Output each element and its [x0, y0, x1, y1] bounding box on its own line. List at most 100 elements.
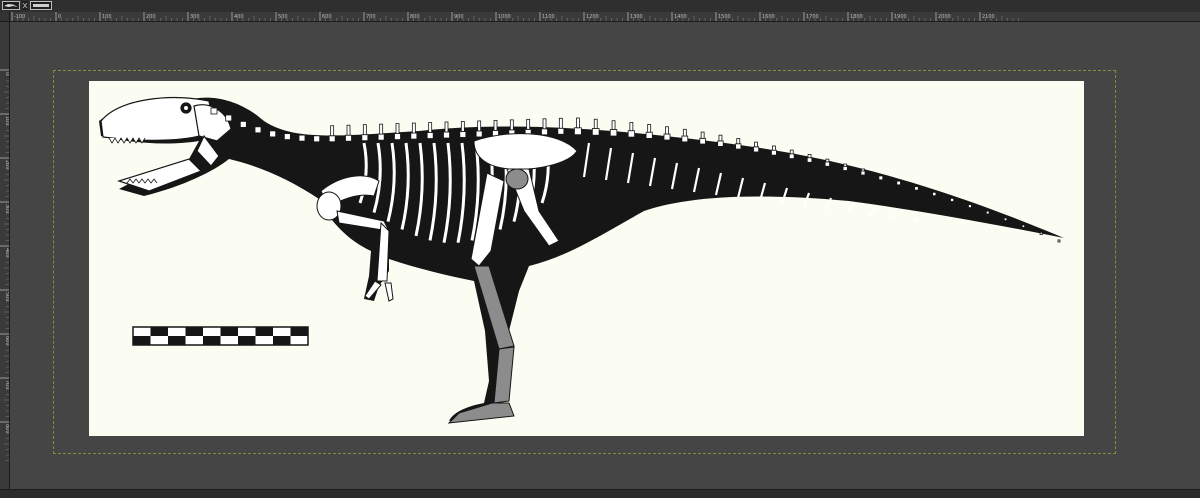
neural-spine: [526, 118, 531, 130]
vertebra: [627, 130, 635, 138]
ruler-label: 200: [146, 14, 156, 20]
ruler-label: 1700: [806, 14, 819, 20]
neural-spine: [772, 145, 776, 151]
ruler-label: 300: [190, 14, 200, 20]
vertebra: [1039, 231, 1043, 236]
ruler-label: -100: [14, 14, 25, 20]
ruler-label: 1500: [718, 14, 731, 20]
vertebra: [699, 137, 706, 145]
vertebra: [345, 134, 352, 142]
vertebra: [1021, 224, 1025, 228]
scale-bar-segment: [133, 327, 151, 336]
scale-bar-segment: [203, 327, 221, 336]
vertebra: [410, 132, 418, 140]
ruler-label: 1200: [586, 14, 599, 20]
image-tab-2[interactable]: [30, 1, 52, 10]
scale-bar-segment: [273, 327, 291, 336]
vertebra: [806, 157, 813, 163]
neural-spine: [444, 121, 449, 133]
skeleton-drawing: [99, 97, 1064, 424]
vertical-ruler[interactable]: 0 100 200 300 400 500 600 700 800: [0, 12, 10, 489]
ruler-label: 100: [102, 14, 112, 20]
ruler-label: 0: [4, 72, 9, 75]
body-silhouette: [99, 97, 1064, 421]
neural-spine: [460, 121, 465, 132]
vertebra: [932, 191, 937, 197]
vertebra: [225, 114, 233, 122]
neural-spine: [346, 124, 351, 136]
close-icon[interactable]: [22, 1, 28, 10]
neural-spine: [629, 122, 634, 132]
ruler-label: 300: [4, 204, 9, 214]
neural-spine: [330, 125, 335, 137]
neural-spine: [665, 126, 669, 135]
neural-spine: [807, 154, 812, 159]
vertebra: [361, 134, 369, 142]
ruler-label: 400: [234, 14, 244, 20]
chevron-bone: [847, 202, 854, 214]
vertebra: [328, 135, 336, 143]
vertebra: [254, 126, 262, 134]
vertebra: [645, 131, 653, 139]
neural-spine: [682, 128, 687, 137]
ruler-label: 600: [4, 336, 9, 346]
vertebra: [842, 165, 848, 171]
horizontal-ruler[interactable]: -100 0 100 200 300 400 500 600 700 800 900 1000 1100…: [9, 12, 1200, 22]
ruler-label: 1100: [542, 14, 555, 20]
scale-bar-segment: [220, 336, 238, 345]
ruler-label: 800: [4, 424, 9, 434]
vertebra: [313, 135, 321, 143]
chevron-bone: [869, 207, 876, 217]
vertebra: [210, 107, 218, 115]
neural-spine: [611, 120, 616, 130]
neural-spine: [825, 158, 830, 163]
vertebra: [541, 128, 548, 136]
scale-bar-segment: [168, 327, 186, 336]
image-canvas[interactable]: [89, 81, 1084, 436]
neural-spine: [493, 120, 498, 131]
ruler-label: 600: [322, 14, 332, 20]
ruler-label: 1600: [762, 14, 775, 20]
ruler-label: 700: [366, 14, 376, 20]
neural-spine: [395, 123, 400, 134]
vertebra: [663, 133, 671, 141]
neural-spine: [362, 124, 367, 136]
ruler-label: 800: [410, 14, 420, 20]
neural-spine: [647, 124, 652, 133]
chevron-bone: [913, 217, 920, 223]
vertebra: [298, 134, 306, 142]
vertebra: [968, 204, 972, 208]
neural-spine: [718, 134, 723, 142]
vertebra: [426, 132, 434, 139]
ruler-label: 1000: [498, 14, 511, 20]
image-tab-1[interactable]: [2, 1, 20, 10]
neural-spine: [509, 119, 514, 131]
vertebra: [283, 133, 291, 140]
neural-spine: [379, 123, 384, 135]
ruler-label: 400: [4, 248, 9, 258]
ruler-label: 900: [454, 14, 464, 20]
vertebra: [824, 161, 830, 167]
vertebra: [717, 140, 724, 147]
vertebra: [443, 131, 450, 139]
vertebra: [557, 127, 565, 135]
neural-spine: [477, 120, 482, 132]
chevron-bone: [891, 212, 898, 220]
vertebra: [753, 146, 760, 153]
ruler-label: 2000: [938, 14, 951, 20]
ruler-label: 1900: [894, 14, 907, 20]
neural-spine: [542, 118, 547, 130]
neural-spine: [576, 117, 580, 129]
vertebra: [860, 170, 866, 176]
vertebra: [735, 143, 742, 150]
scale-bar-segment: [185, 336, 203, 345]
vertebra: [394, 133, 401, 140]
ruler-corner[interactable]: [0, 12, 10, 22]
vertebra: [950, 197, 955, 202]
ruler-label: 1800: [850, 14, 863, 20]
vertebra: [1003, 217, 1008, 221]
neural-spine: [843, 163, 848, 167]
vertebra: [788, 153, 795, 159]
scale-bar-segment: [238, 327, 256, 336]
vertebra: [771, 149, 777, 156]
